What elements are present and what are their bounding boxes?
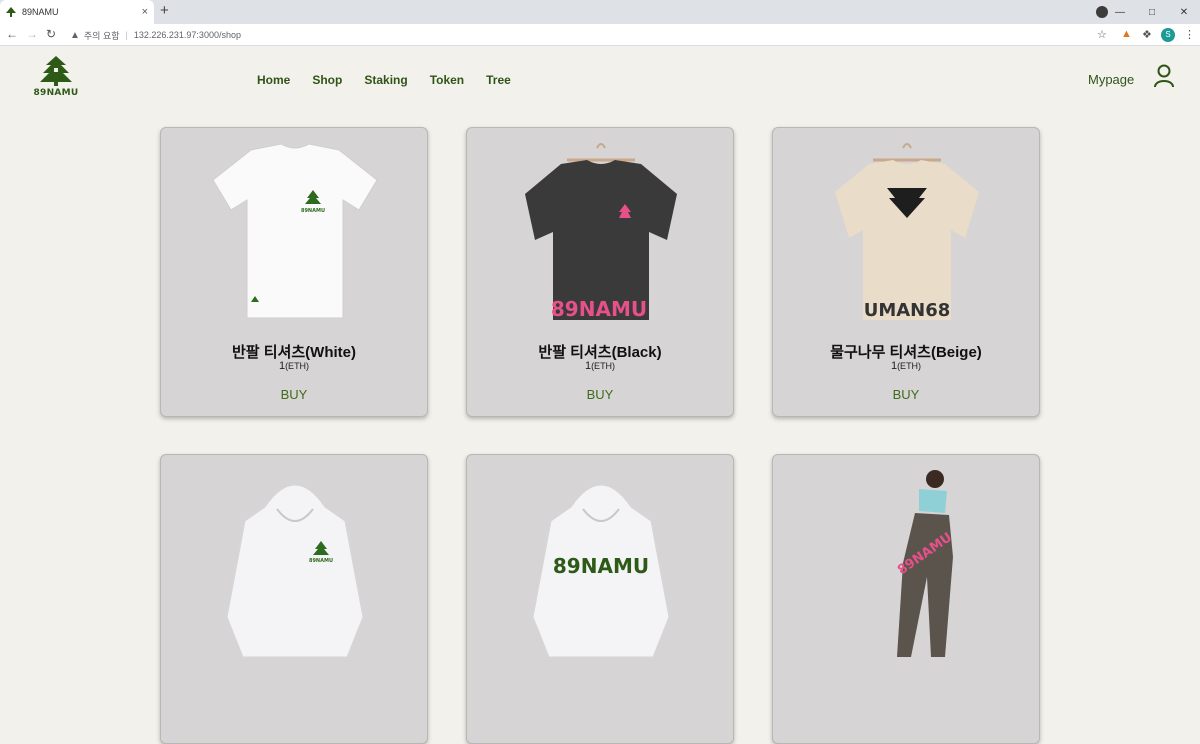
profile-avatar[interactable]: S: [1161, 28, 1175, 42]
leggings-image: 89NAMU: [895, 470, 955, 657]
address-bar: ← → ↻ ▲ 주의 요함 | 132.226.231.97:3000/shop…: [0, 24, 1200, 46]
buy-button[interactable]: BUY: [161, 387, 427, 402]
product-price: 1(ETH): [161, 360, 427, 372]
window-controls: — □ ✕: [1104, 0, 1200, 24]
window-close-icon[interactable]: ✕: [1168, 7, 1200, 18]
logo-text: 89NAMU: [33, 88, 79, 98]
product-name: 물구나무 티셔츠(Beige): [830, 344, 982, 361]
svg-text:89NAMU: 89NAMU: [301, 208, 325, 214]
product-card[interactable]: 89NAMU 반팔 티셔츠(White) 1(ETH) BUY: [160, 127, 428, 417]
nav-token[interactable]: Token: [430, 73, 464, 87]
nav-shop[interactable]: Shop: [312, 73, 342, 87]
svg-text:89NAMU: 89NAMU: [309, 558, 333, 564]
price-unit: (ETH): [897, 361, 922, 371]
user-icon[interactable]: [1153, 64, 1175, 88]
url-text[interactable]: 132.226.231.97:3000/shop: [134, 30, 241, 40]
omnibox[interactable]: ▲ 주의 요함 | 132.226.231.97:3000/shop: [64, 26, 1084, 44]
product-card[interactable]: UMAN68 물구나무 티셔츠(Beige) 1(ETH) BUY: [772, 127, 1040, 417]
tree-favicon-icon: [6, 7, 16, 17]
warning-icon[interactable]: ▲: [70, 30, 80, 41]
buy-button[interactable]: BUY: [467, 387, 733, 402]
browser-tab-bar: 89NAMU × + — □ ✕: [0, 0, 1200, 24]
new-tab-button[interactable]: +: [160, 2, 169, 19]
browser-tab[interactable]: 89NAMU ×: [0, 0, 154, 24]
browser-menu-icon[interactable]: ⋮: [1184, 28, 1195, 41]
svg-text:UMAN68: UMAN68: [864, 300, 951, 321]
svg-text:89NAMU: 89NAMU: [551, 297, 647, 321]
reload-icon[interactable]: ↻: [46, 27, 56, 41]
price-unit: (ETH): [285, 361, 310, 371]
site-logo[interactable]: 89NAMU: [30, 56, 82, 102]
nav-home[interactable]: Home: [257, 73, 290, 87]
forward-icon[interactable]: →: [26, 27, 38, 41]
back-icon[interactable]: ←: [6, 27, 18, 41]
security-label: 주의 요함: [83, 30, 120, 41]
close-tab-icon[interactable]: ×: [142, 6, 148, 18]
svg-text:89NAMU: 89NAMU: [553, 554, 649, 578]
nav-tree[interactable]: Tree: [486, 73, 511, 87]
product-name: 반팔 티셔츠(White): [232, 344, 356, 361]
tree-logo-icon: [40, 56, 72, 86]
hoodie-white-print-image: 89NAMU: [532, 484, 670, 657]
buy-button[interactable]: BUY: [773, 387, 1039, 402]
tab-title: 89NAMU: [22, 7, 59, 17]
mypage-link[interactable]: Mypage: [1088, 72, 1134, 87]
product-card[interactable]: 89NAMU: [772, 454, 1040, 744]
maximize-icon[interactable]: □: [1136, 7, 1168, 18]
minimize-icon[interactable]: —: [1104, 7, 1136, 18]
omnibox-divider: |: [125, 30, 128, 40]
metamask-extension-icon[interactable]: ▲: [1121, 28, 1132, 40]
product-card[interactable]: 89NAMU: [466, 454, 734, 744]
hoodie-white-image: 89NAMU: [226, 484, 364, 657]
product-card[interactable]: 89NAMU: [160, 454, 428, 744]
product-card[interactable]: 89NAMU 반팔 티셔츠(Black) 1(ETH) BUY: [466, 127, 734, 417]
bookmark-star-icon[interactable]: ☆: [1097, 28, 1107, 41]
price-unit: (ETH): [591, 361, 616, 371]
main-nav: Home Shop Staking Token Tree: [257, 73, 533, 87]
extensions-puzzle-icon[interactable]: ❖: [1142, 28, 1152, 41]
product-price: 1(ETH): [773, 360, 1039, 372]
nav-staking[interactable]: Staking: [364, 73, 407, 87]
product-name: 반팔 티셔츠(Black): [538, 344, 662, 361]
tshirt-beige-image: UMAN68: [835, 143, 979, 321]
tshirt-white-image: 89NAMU: [212, 143, 378, 319]
product-price: 1(ETH): [467, 360, 733, 372]
site-header: 89NAMU Home Shop Staking Token Tree Mypa…: [0, 46, 1200, 116]
tshirt-black-image: 89NAMU: [525, 143, 677, 321]
